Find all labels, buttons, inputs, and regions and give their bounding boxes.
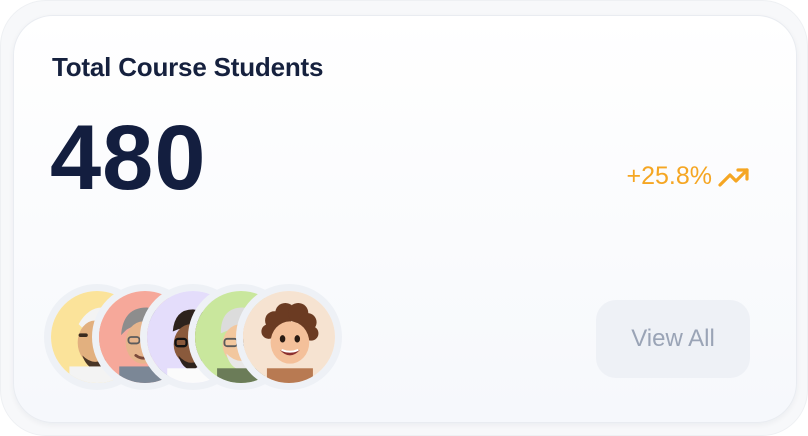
student-avatar[interactable] — [236, 284, 342, 390]
growth-percentage: +25.8% — [626, 162, 713, 190]
growth-indicator: +25.8% — [627, 162, 751, 191]
student-avatar-stack — [44, 284, 354, 396]
student-count: 480 — [50, 107, 207, 209]
view-all-button[interactable]: View All — [596, 300, 750, 378]
avatar-5-image — [243, 291, 335, 383]
card-title: Total Course Students — [52, 52, 324, 82]
trending-up-icon — [718, 166, 750, 188]
widget-frame: Total Course Students 480 +25.8% View Al… — [0, 0, 808, 436]
total-course-students-card: Total Course Students 480 +25.8% View Al… — [13, 15, 797, 423]
